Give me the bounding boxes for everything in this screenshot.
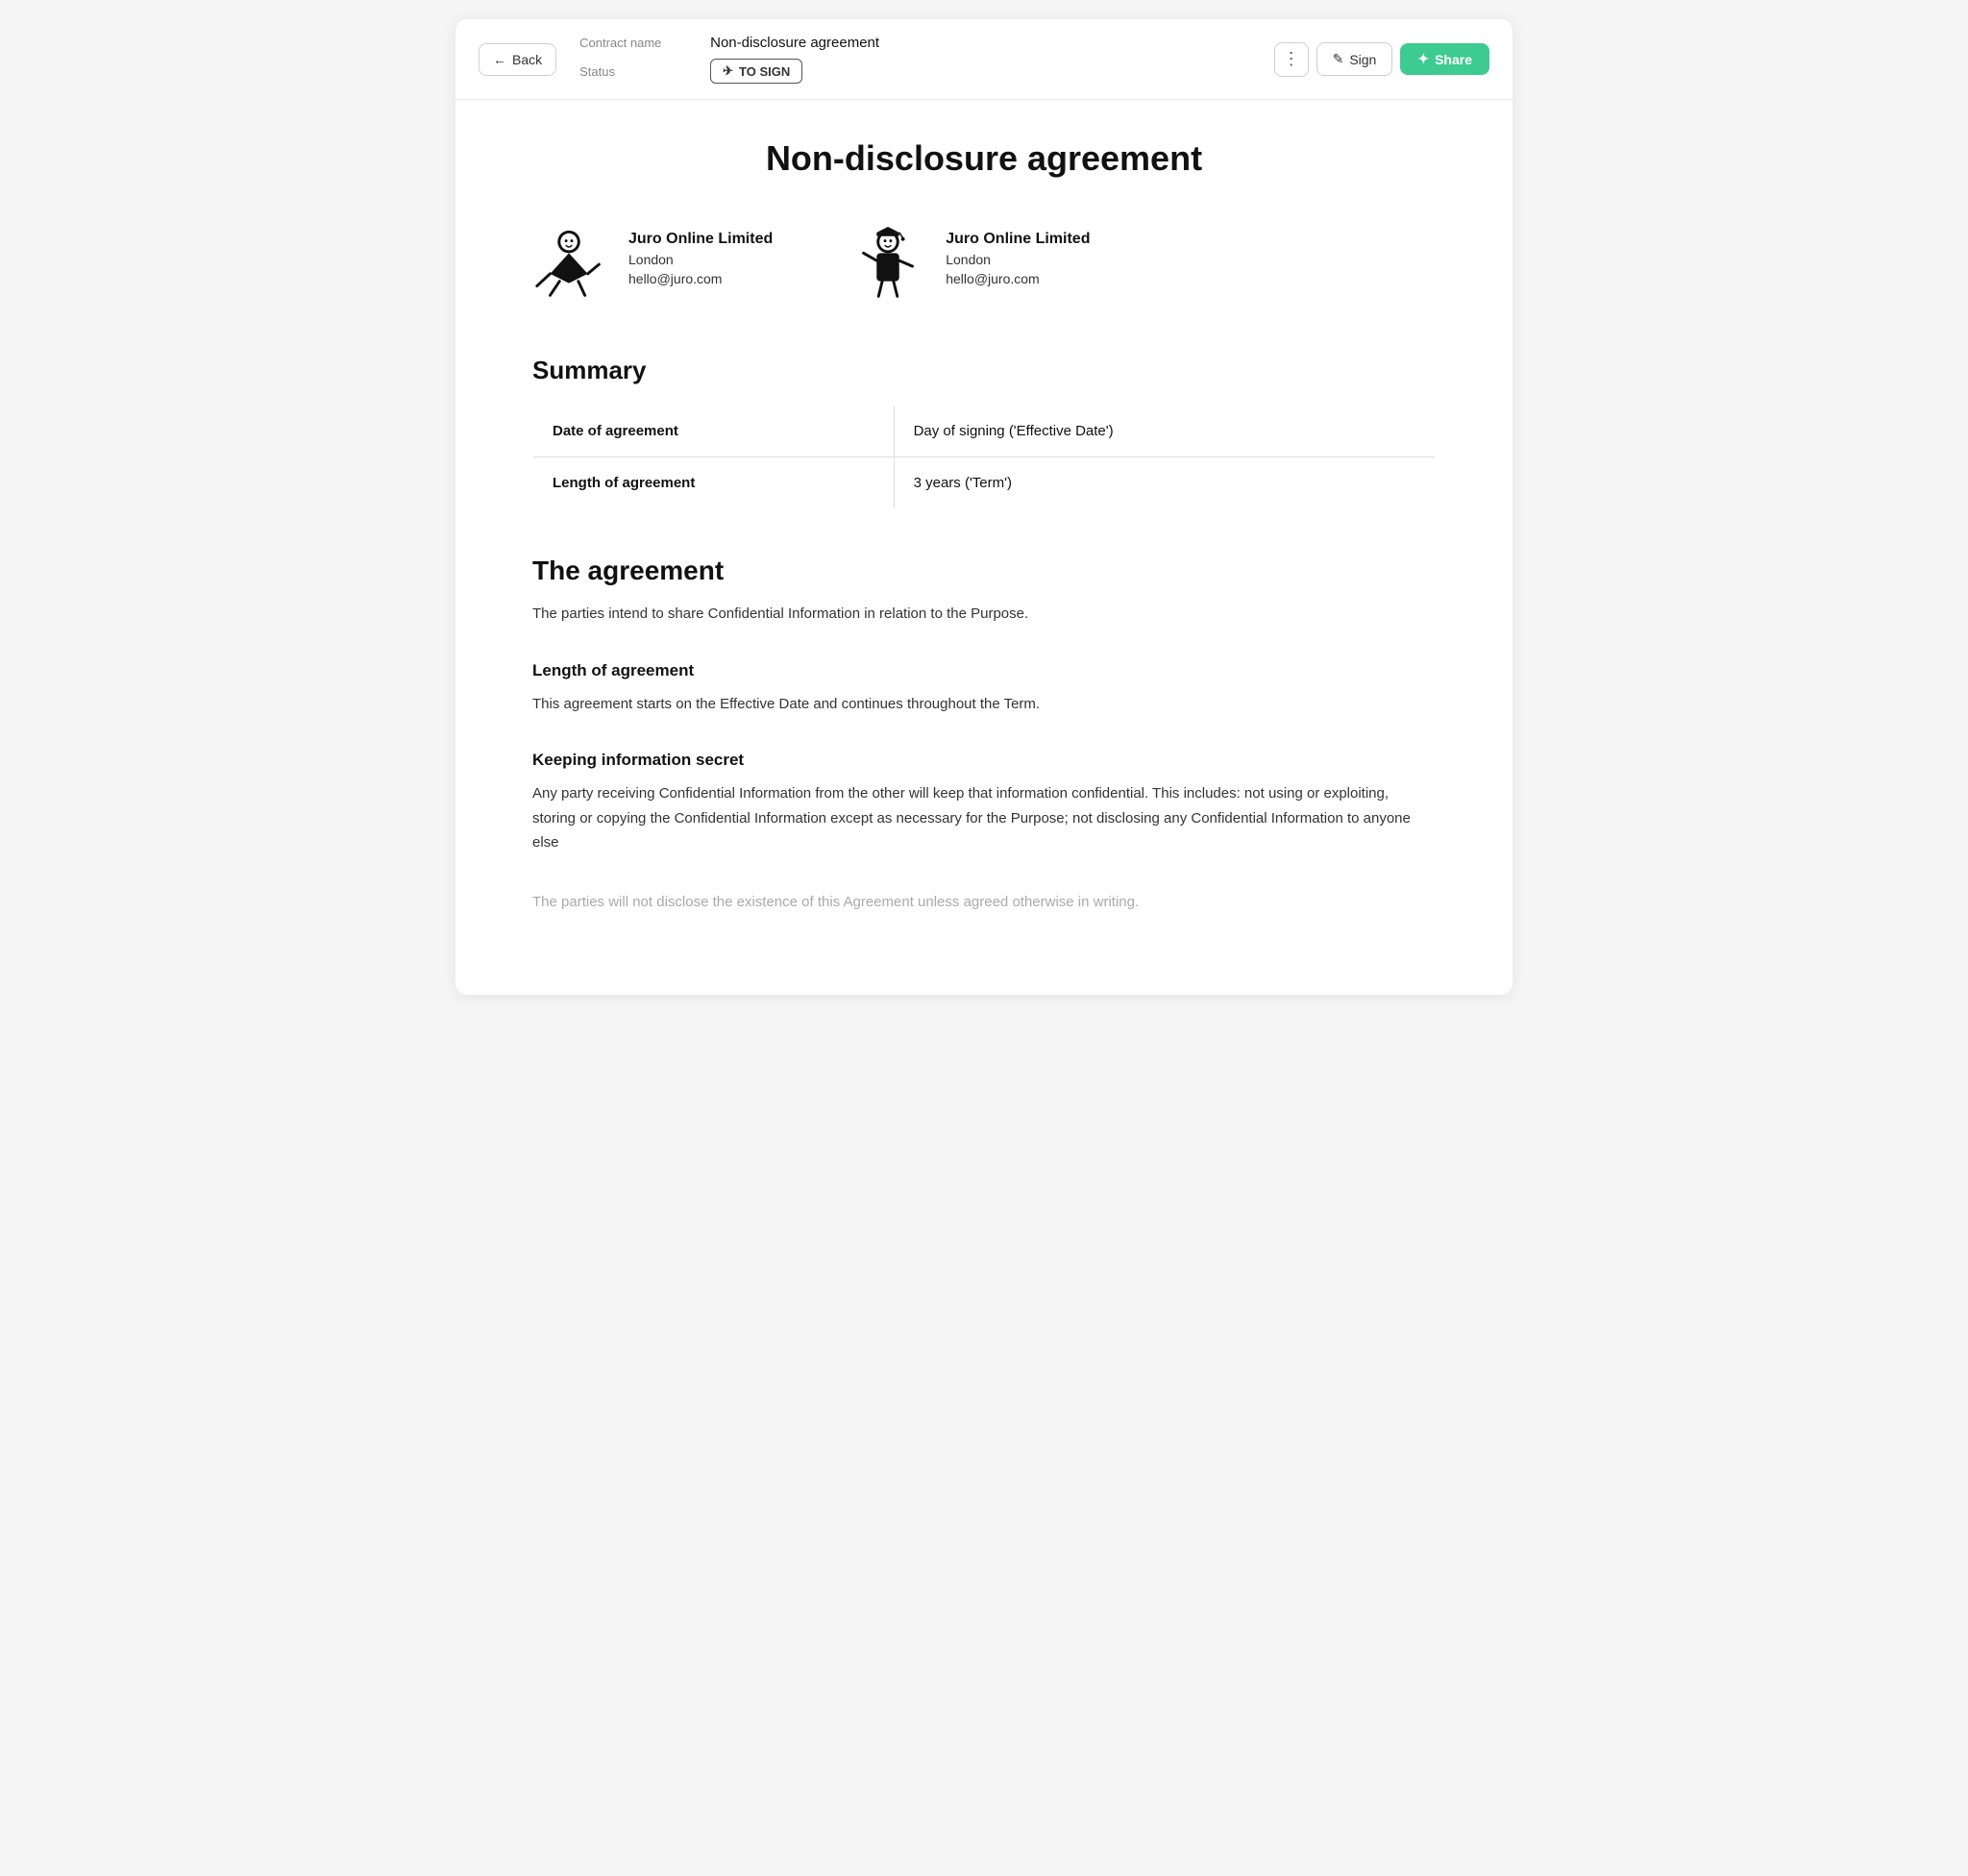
agreement-section: The agreement The parties intend to shar…: [532, 555, 1436, 627]
more-icon: ⋮: [1283, 49, 1300, 69]
document-content: Non-disclosure agreement: [455, 100, 1513, 995]
summary-heading: Summary: [532, 356, 1436, 385]
contract-name-value: Non-disclosure agreement: [710, 35, 879, 51]
pen-icon: ✎: [1333, 51, 1344, 67]
sign-button[interactable]: ✎ Sign: [1316, 42, 1393, 76]
document-title: Non-disclosure agreement: [532, 138, 1436, 179]
faded-paragraph: The parties will not disclose the existe…: [532, 890, 1436, 915]
party-2-info: Juro Online Limited London hello@juro.co…: [946, 225, 1090, 286]
app-container: ← Back Contract name Non-disclosure agre…: [455, 19, 1513, 995]
party-1-mascot: [532, 225, 609, 309]
subsections-container: Length of agreement This agreement starts…: [532, 661, 1436, 855]
party-1-email: hello@juro.com: [628, 271, 773, 286]
party-2-location: London: [946, 252, 1090, 267]
subsection-body-0: This agreement starts on the Effective D…: [532, 692, 1436, 717]
summary-row: Length of agreement3 years ('Term'): [533, 457, 1436, 509]
party-2-mascot: [849, 225, 926, 309]
summary-row: Date of agreementDay of signing ('Effect…: [533, 406, 1436, 457]
parties-section: Juro Online Limited London hello@juro.co…: [532, 225, 1436, 309]
party-2: Juro Online Limited London hello@juro.co…: [849, 225, 1090, 309]
summary-row-label: Length of agreement: [533, 457, 895, 509]
subsection-0: Length of agreement This agreement starts…: [532, 661, 1436, 717]
summary-table: Date of agreementDay of signing ('Effect…: [532, 405, 1436, 509]
share-button[interactable]: ✦ Share: [1400, 43, 1489, 75]
status-badge: ✈ TO SIGN: [710, 59, 802, 84]
subsection-heading-0: Length of agreement: [532, 661, 1436, 680]
party-1-info: Juro Online Limited London hello@juro.co…: [628, 225, 773, 286]
summary-row-value: 3 years ('Term'): [894, 457, 1435, 509]
back-label: Back: [512, 52, 542, 67]
summary-row-label: Date of agreement: [533, 406, 895, 457]
share-label: Share: [1435, 52, 1472, 67]
send-icon: ✈: [723, 63, 733, 79]
summary-row-value: Day of signing ('Effective Date'): [894, 406, 1435, 457]
agreement-heading: The agreement: [532, 555, 1436, 586]
status-value: TO SIGN: [739, 64, 790, 79]
status-row: Status ✈ TO SIGN: [579, 59, 1250, 84]
agreement-intro: The parties intend to share Confidential…: [532, 602, 1436, 627]
subsection-1: Keeping information secret Any party rece…: [532, 751, 1436, 855]
sign-label: Sign: [1349, 52, 1376, 67]
back-arrow-icon: ←: [493, 52, 506, 67]
subsection-heading-1: Keeping information secret: [532, 751, 1436, 770]
party-2-email: hello@juro.com: [946, 271, 1090, 286]
subsection-body-1: Any party receiving Confidential Informa…: [532, 781, 1436, 855]
contract-name-label: Contract name: [579, 36, 695, 50]
party-1: Juro Online Limited London hello@juro.co…: [532, 225, 773, 309]
party-1-location: London: [628, 252, 773, 267]
share-icon: ✦: [1417, 51, 1429, 67]
back-button[interactable]: ← Back: [479, 43, 556, 76]
contract-name-row: Contract name Non-disclosure agreement: [579, 35, 1250, 51]
header: ← Back Contract name Non-disclosure agre…: [455, 19, 1513, 100]
more-button[interactable]: ⋮: [1274, 42, 1309, 77]
party-1-name: Juro Online Limited: [628, 231, 773, 248]
party-2-name: Juro Online Limited: [946, 231, 1090, 248]
header-actions: ⋮ ✎ Sign ✦ Share: [1274, 42, 1489, 77]
status-label: Status: [579, 64, 695, 79]
header-meta: Contract name Non-disclosure agreement S…: [579, 35, 1250, 84]
